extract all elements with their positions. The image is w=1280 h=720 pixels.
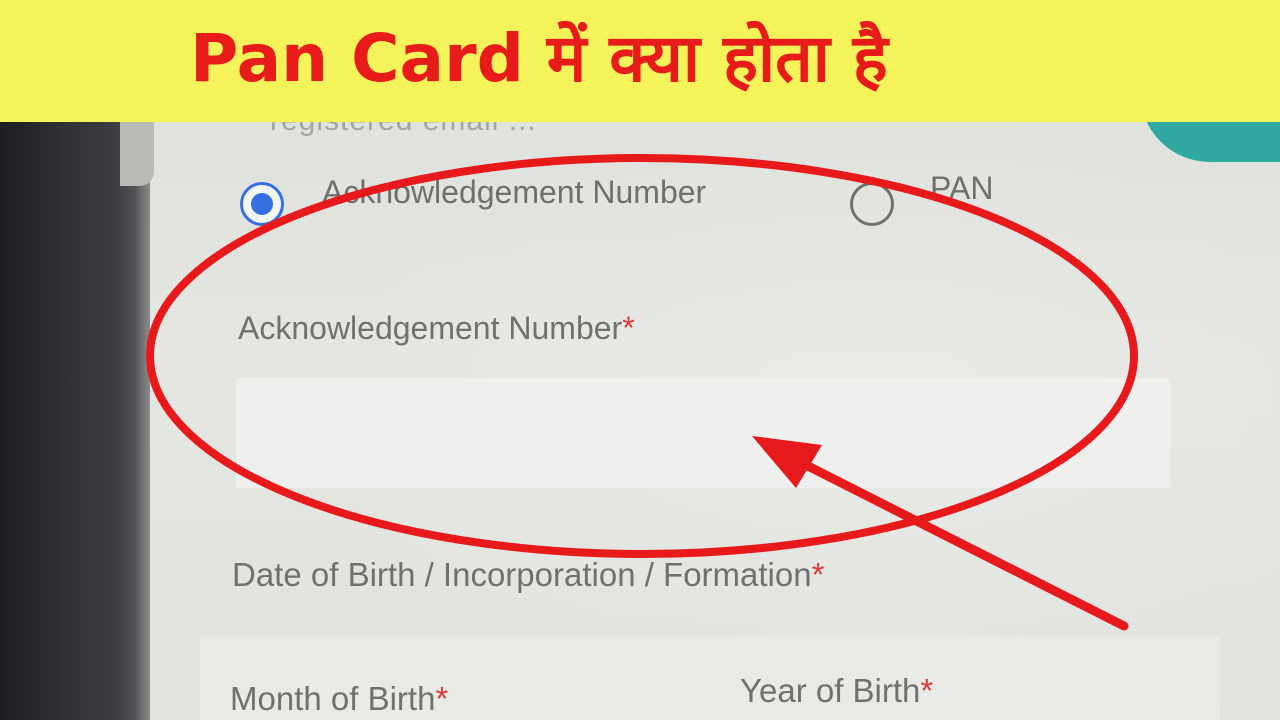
month-of-birth-label-text: Month of Birth	[230, 680, 436, 717]
radio-acknowledgement-number[interactable]	[240, 182, 284, 226]
year-of-birth-label-text: Year of Birth	[740, 672, 921, 709]
date-of-birth-label-text: Date of Birth / Incorporation / Formatio…	[232, 556, 812, 593]
year-of-birth-label: Year of Birth*	[740, 672, 933, 710]
title-banner: Pan Card में क्या होता है	[0, 0, 1280, 122]
acknowledgement-number-label-text: Acknowledgement Number	[238, 310, 623, 346]
required-mark: *	[435, 680, 449, 717]
acknowledgement-number-input[interactable]	[236, 378, 1170, 488]
radio-pan[interactable]	[850, 182, 894, 226]
radio-label-pan: PAN	[930, 170, 994, 206]
date-of-birth-label: Date of Birth / Incorporation / Formatio…	[232, 556, 824, 594]
required-mark: *	[622, 310, 635, 346]
photo-frame: registered email ... Acknowledgement Num…	[0, 0, 1280, 720]
id-type-radio-group: Acknowledgement Number PAN	[230, 168, 1080, 238]
required-mark: *	[920, 672, 934, 709]
month-of-birth-label: Month of Birth*	[230, 680, 448, 718]
banner-title: Pan Card में क्या होता है	[190, 20, 888, 97]
acknowledgement-number-label: Acknowledgement Number*	[238, 310, 635, 347]
radio-label-acknowledgement-number: Acknowledgement Number	[322, 174, 707, 210]
required-mark: *	[811, 556, 825, 593]
